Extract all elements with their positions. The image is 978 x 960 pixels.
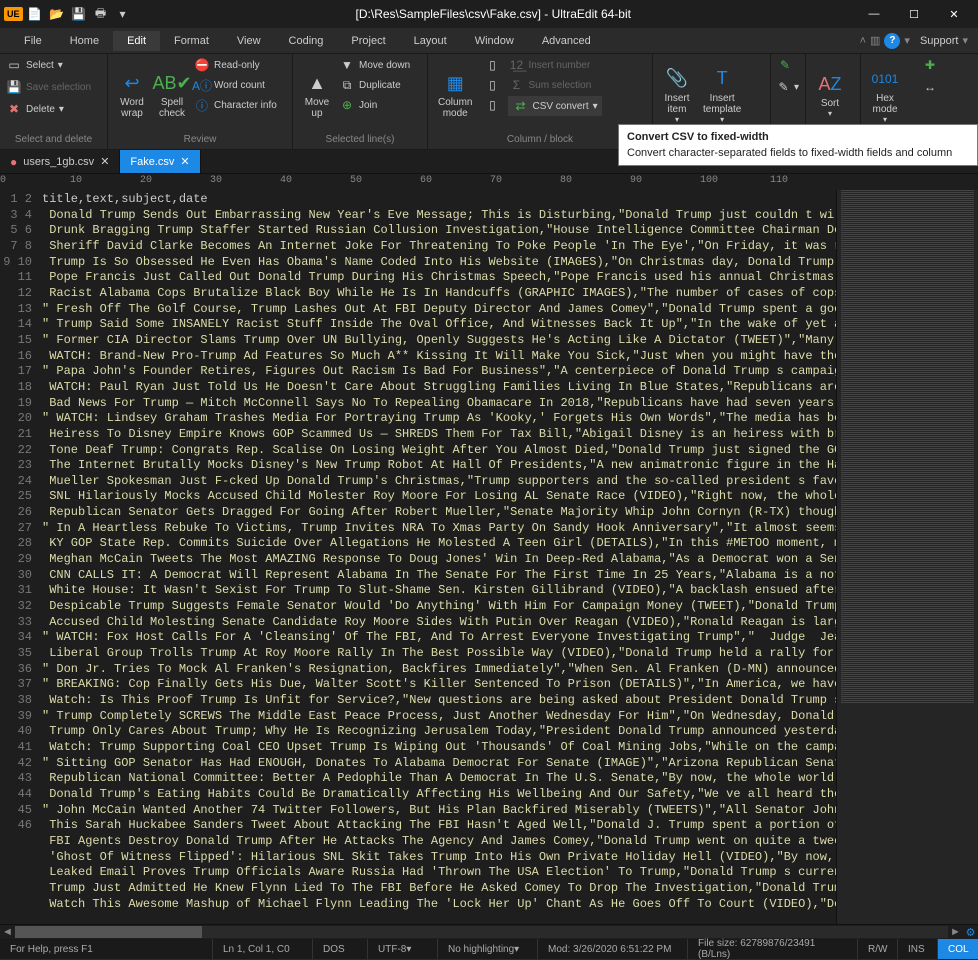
menu-coding[interactable]: Coding [275, 31, 338, 51]
scroll-left-icon[interactable]: ◄ [0, 925, 15, 940]
quick-access-toolbar: UE 📄 📂 💾 🖶 ▾ [4, 4, 133, 24]
print-icon[interactable]: 🖶 [91, 4, 111, 24]
minimap[interactable] [836, 190, 978, 924]
delete-button[interactable]: ✖Delete ▾ [6, 100, 101, 118]
move-up-button[interactable]: ▲Move up [299, 56, 335, 132]
tooltip-body: Convert character-separated fields to fi… [627, 147, 969, 159]
csv-convert-button[interactable]: ⇄CSV convert ▾ [508, 96, 601, 116]
menu-layout[interactable]: Layout [400, 31, 461, 51]
save-file-icon[interactable]: 💾 [69, 4, 89, 24]
status-modified: Mod: 3/26/2020 6:51:22 PM [538, 939, 688, 959]
titlebar: UE 📄 📂 💾 🖶 ▾ [D:\Res\SampleFiles\csv\Fak… [0, 0, 978, 28]
chevron-up-icon[interactable]: ˄ [860, 35, 866, 47]
tab-close-icon[interactable]: ✕ [180, 155, 189, 168]
menu-window[interactable]: Window [461, 31, 528, 51]
tab-label: Fake.csv [130, 156, 174, 168]
horizontal-scrollbar[interactable]: ◄ ► ⚙ [0, 924, 978, 939]
spell-check-button[interactable]: AB✔Spell check [154, 56, 190, 132]
column-spacer-3: ▯ [484, 96, 500, 114]
save-selection-button: 💾Save selection [6, 78, 101, 96]
tab-Fake-csv[interactable]: Fake.csv ✕ [120, 150, 200, 173]
status-highlighting[interactable]: No highlighting ▾ [438, 939, 538, 959]
scroll-settings-icon[interactable]: ⚙ [963, 925, 978, 940]
tab-close-icon[interactable]: ✕ [100, 155, 109, 168]
status-insert-mode[interactable]: INS [898, 939, 938, 959]
tab-users_1gb-csv[interactable]: ● users_1gb.csv ✕ [0, 150, 120, 173]
format-button-2[interactable]: ✎▾ [777, 78, 799, 96]
character-info-button[interactable]: ⓘCharacter info [194, 96, 277, 114]
minimize-button[interactable]: — [854, 0, 894, 28]
duplicate-button[interactable]: ⧉Duplicate [339, 76, 410, 94]
help-icon[interactable]: ? [884, 33, 900, 49]
window-title: [D:\Res\SampleFiles\csv\Fake.csv] - Ultr… [133, 7, 854, 21]
dirty-indicator-icon: ● [10, 155, 17, 169]
menu-file[interactable]: File [10, 31, 56, 51]
menu-home[interactable]: Home [56, 31, 113, 51]
insert-item-button[interactable]: 📎Insert item▾ [659, 56, 695, 132]
open-file-icon[interactable]: 📂 [47, 4, 67, 24]
group-label: Select and delete [6, 132, 101, 147]
status-column-mode[interactable]: COL [938, 939, 978, 959]
sum-selection-button: ΣSum selection [508, 76, 601, 94]
menu-edit[interactable]: Edit [113, 31, 160, 51]
line-gutter: 1 2 3 4 5 6 7 8 9 10 11 12 13 14 15 16 1… [0, 190, 38, 924]
scroll-right-icon[interactable]: ► [948, 925, 963, 940]
support-link[interactable]: Support [920, 35, 959, 47]
read-only-button[interactable]: ⛔Read-only [194, 56, 277, 74]
join-button[interactable]: ⊕Join [339, 96, 410, 114]
dropdown-icon[interactable]: ▾ [113, 4, 133, 24]
insert-number-button: 1̲2̲Insert number [508, 56, 601, 74]
menu-view[interactable]: View [223, 31, 275, 51]
csv-convert-tooltip: Convert CSV to fixed-width Convert chara… [618, 124, 978, 166]
format-button-1[interactable]: ✎ [777, 56, 799, 74]
group-label: Column / block [434, 132, 646, 147]
status-line-ending[interactable]: DOS [313, 939, 368, 959]
code-content[interactable]: title,text,subject,date Donald Trump Sen… [38, 190, 836, 924]
insert-template-button[interactable]: TInsert template▾ [699, 56, 745, 132]
column-spacer-2: ▯ [484, 76, 500, 94]
ruler: 0102030405060708090100110 [0, 174, 978, 190]
group-label: Review [114, 132, 286, 147]
statusbar: For Help, press F1 Ln 1, Col 1, C0 DOS U… [0, 939, 978, 959]
menu-format[interactable]: Format [160, 31, 223, 51]
close-button[interactable]: ✕ [934, 0, 974, 28]
extra-button-2[interactable]: ↔ [922, 78, 940, 96]
column-mode-button[interactable]: ▦Column mode [434, 56, 476, 132]
menu-project[interactable]: Project [337, 31, 399, 51]
maximize-button[interactable]: ☐ [894, 0, 934, 28]
ribbon-options-icon[interactable]: ▥ [870, 34, 880, 47]
menubar: FileHomeEditFormatViewCodingProjectLayou… [0, 28, 978, 54]
word-wrap-button[interactable]: ↩Word wrap [114, 56, 150, 132]
move-down-button[interactable]: ▼Move down [339, 56, 410, 74]
tooltip-title: Convert CSV to fixed-width [627, 131, 969, 143]
column-spacer-1: ▯ [484, 56, 500, 74]
tab-label: users_1gb.csv [23, 156, 94, 168]
status-position: Ln 1, Col 1, C0 [213, 939, 313, 959]
new-file-icon[interactable]: 📄 [25, 4, 45, 24]
extra-button-1[interactable]: ✚ [922, 56, 940, 74]
status-filesize: File size: 62789876/23491 (B/Lns) [688, 939, 858, 959]
app-logo: UE [4, 7, 23, 21]
hex-mode-button[interactable]: 0101Hex mode▾ [867, 56, 903, 132]
sort-button[interactable]: AZSort▾ [812, 56, 848, 132]
menu-advanced[interactable]: Advanced [528, 31, 605, 51]
word-count-button[interactable]: AⓘWord count [194, 76, 277, 94]
group-label: Selected line(s) [299, 132, 421, 147]
select-button[interactable]: ▭Select ▾ [6, 56, 101, 74]
status-readwrite[interactable]: R/W [858, 939, 898, 959]
status-encoding[interactable]: UTF-8 ▾ [368, 939, 438, 959]
status-help: For Help, press F1 [0, 939, 213, 959]
editor-area: 1 2 3 4 5 6 7 8 9 10 11 12 13 14 15 16 1… [0, 190, 978, 924]
